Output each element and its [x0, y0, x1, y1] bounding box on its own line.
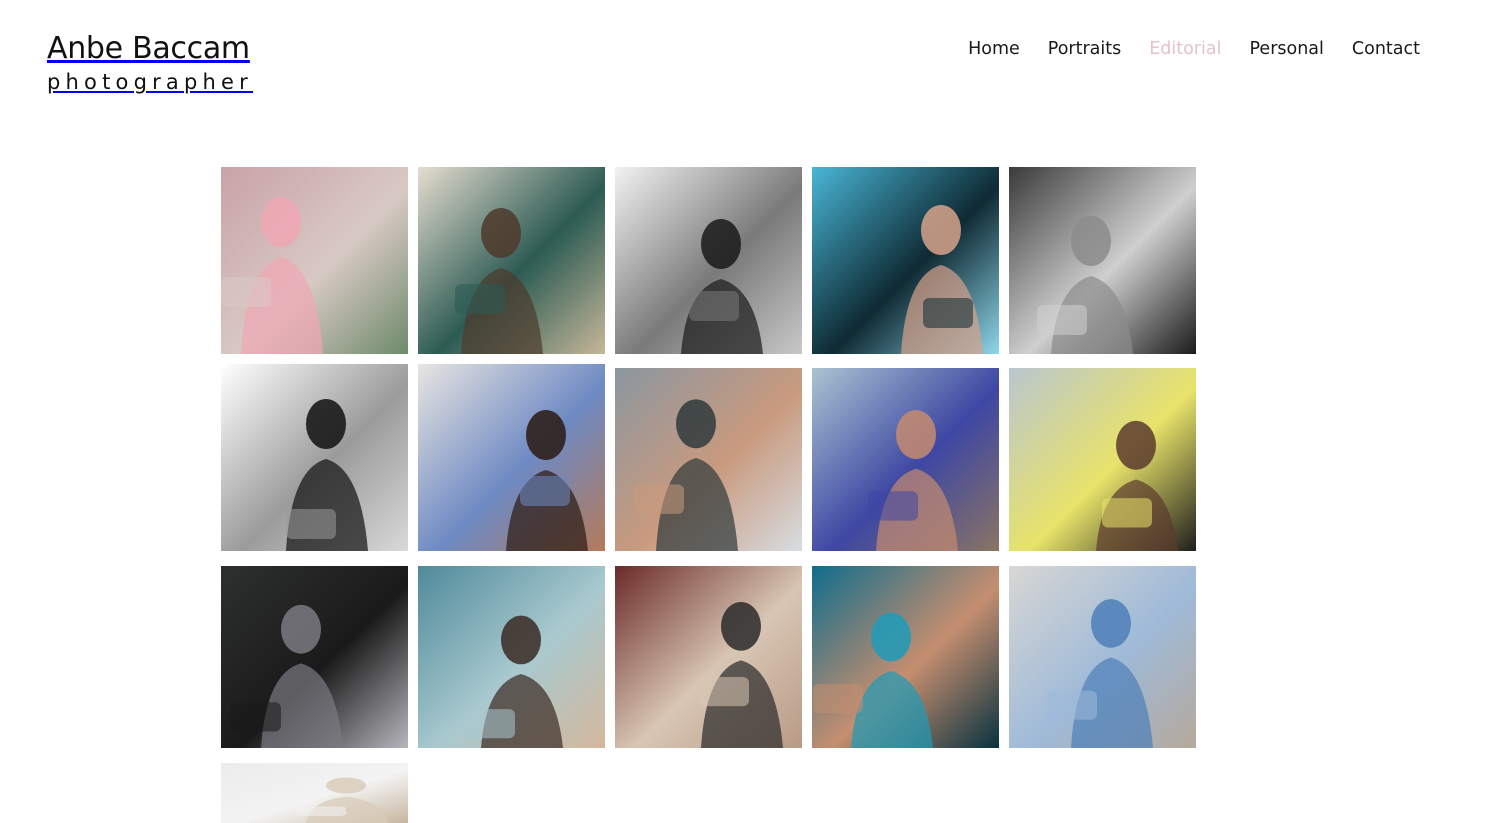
photo-image: [418, 167, 605, 354]
gallery-photo[interactable]: [812, 566, 999, 748]
photo-image: [1009, 167, 1196, 354]
gallery-photo[interactable]: [615, 566, 802, 748]
gallery-photo[interactable]: [812, 167, 999, 354]
site-name: Anbe Baccam: [47, 31, 250, 66]
photo-image: [418, 566, 605, 748]
photo-image: [615, 368, 802, 551]
main-nav: Home Portraits Editorial Personal Contac…: [968, 38, 1420, 60]
gallery-photo[interactable]: [615, 368, 802, 551]
gallery-photo[interactable]: [812, 368, 999, 551]
photo-image: [221, 763, 408, 823]
gallery-photo[interactable]: [418, 566, 605, 748]
site-tagline: photographer: [47, 70, 253, 94]
gallery-photo[interactable]: [221, 566, 408, 748]
nav-home[interactable]: Home: [968, 38, 1020, 60]
gallery-photo[interactable]: [1009, 566, 1196, 748]
gallery-photo[interactable]: [1009, 167, 1196, 354]
site-logo[interactable]: Anbe Baccam photographer: [47, 30, 253, 96]
gallery-photo[interactable]: [221, 763, 408, 823]
photo-image: [221, 364, 408, 551]
gallery-photo[interactable]: [418, 167, 605, 354]
photo-image: [1009, 368, 1196, 551]
gallery-photo[interactable]: [221, 364, 408, 551]
photo-image: [221, 566, 408, 748]
gallery-photo[interactable]: [1009, 368, 1196, 551]
nav-contact[interactable]: Contact: [1352, 38, 1420, 60]
photo-image: [812, 368, 999, 551]
photo-image: [221, 167, 408, 354]
photo-image: [615, 167, 802, 354]
gallery-photo[interactable]: [615, 167, 802, 354]
photo-image: [418, 364, 605, 551]
nav-personal[interactable]: Personal: [1250, 38, 1324, 60]
photo-image: [812, 566, 999, 748]
nav-portraits[interactable]: Portraits: [1048, 38, 1121, 60]
nav-editorial[interactable]: Editorial: [1149, 38, 1221, 60]
photo-image: [1009, 566, 1196, 748]
gallery-photo[interactable]: [418, 364, 605, 551]
photo-image: [812, 167, 999, 354]
photo-image: [615, 566, 802, 748]
gallery-photo[interactable]: [221, 167, 408, 354]
